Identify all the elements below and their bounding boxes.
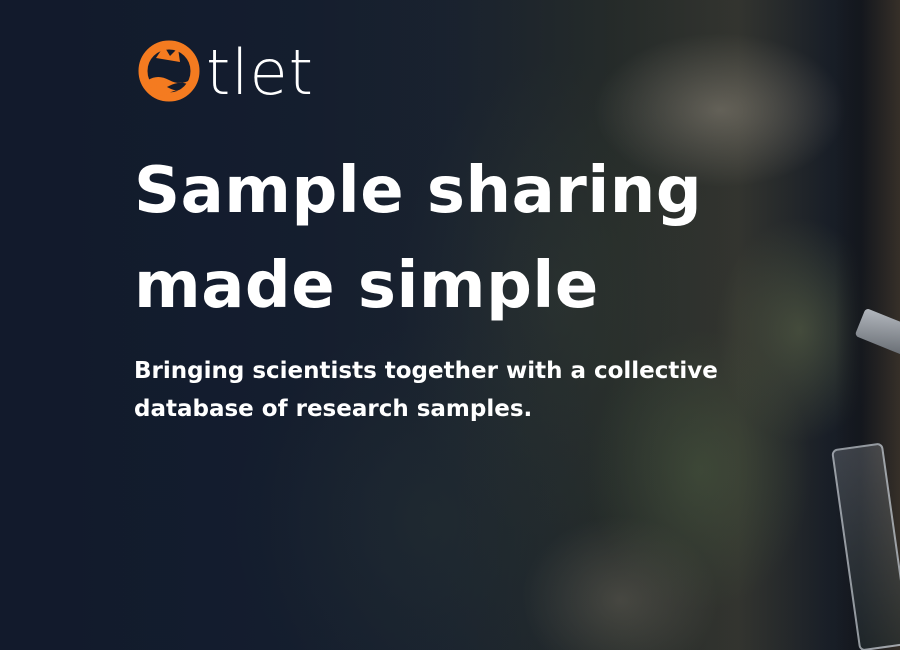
hero-headline-line-2: made simple bbox=[134, 249, 599, 323]
otlet-logo-icon bbox=[138, 40, 200, 102]
hero-headline-line-1: Sample sharing bbox=[134, 154, 703, 228]
brand-name: tlet bbox=[206, 36, 314, 109]
hero-headline: Sample sharing made simple bbox=[134, 144, 754, 334]
brand-logo[interactable]: tlet bbox=[134, 34, 754, 106]
hero-section: tlet Sample sharing made simple Bringing… bbox=[0, 0, 900, 650]
hero-content: tlet Sample sharing made simple Bringing… bbox=[134, 34, 754, 428]
hero-subheadline: Bringing scientists together with a coll… bbox=[134, 358, 718, 422]
